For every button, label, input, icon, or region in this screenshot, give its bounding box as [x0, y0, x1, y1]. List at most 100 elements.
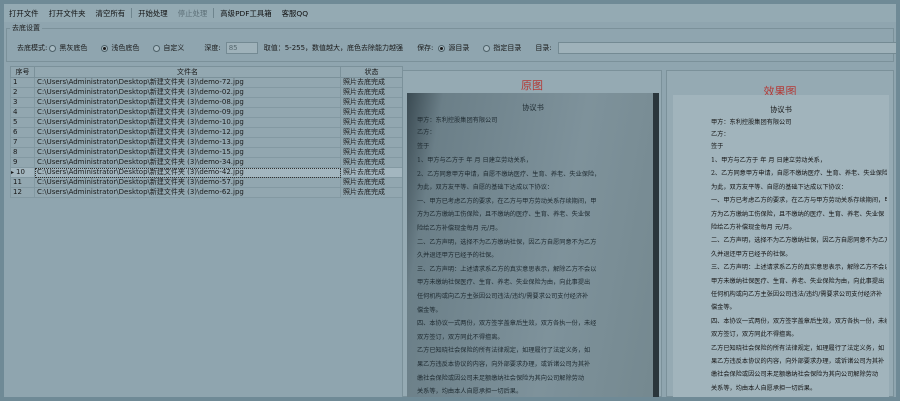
menu-separator — [131, 8, 133, 18]
doc-party-a: 甲方：东利控股集团有限公司 — [417, 117, 498, 124]
table-row[interactable]: 4 C:\Users\Administrator\Desktop\新建文件夹 (3… — [10, 107, 403, 118]
row-status: 照片去底完成 — [340, 157, 403, 168]
menu-start-processing[interactable]: 开始处理 — [133, 8, 173, 19]
doc-body-line: 险给乙方补偿现金每月 元/月。 — [417, 225, 502, 232]
row-filename: C:\Users\Administrator\Desktop\新建文件夹 (3)… — [34, 107, 341, 118]
doc-body-line: 关系等，均由本人自愿承担一切后果。 — [417, 388, 523, 396]
range-hint: 取值：5-255，数值越大，底色去除能力越强 — [263, 44, 404, 52]
radio-icon — [153, 44, 161, 52]
doc-body-line: 缴社会保险或因公司未足额缴纳社会保险为其向公司解除劳动 — [417, 374, 585, 382]
doc-body-line: 偿金等。 — [417, 306, 442, 314]
table-row[interactable]: 6 C:\Users\Administrator\Desktop\新建文件夹 (3… — [10, 127, 403, 138]
doc-title: 协议书 — [770, 105, 792, 114]
directory-input[interactable] — [557, 42, 896, 54]
row-selected-marker-icon: ▸ — [11, 169, 15, 176]
table-row[interactable]: 9 C:\Users\Administrator\Desktop\新建文件夹 (3… — [10, 157, 403, 168]
row-status: 照片去底完成 — [340, 177, 403, 188]
mode-option-label: 自定义 — [163, 44, 185, 52]
doc-body-line: 1、甲方与乙方于 年 月 日建立劳动关系， — [711, 157, 827, 164]
doc-body-line: 一、甲方已考虑乙方的要求，在乙方与甲方劳动关系存续期间，甲 — [711, 197, 887, 205]
table-row[interactable]: 12 C:\Users\Administrator\Desktop\新建文件夹 (… — [10, 187, 403, 198]
row-index: 2 — [10, 87, 35, 98]
doc-body-line: 二、乙方声明，选择不为乙方缴纳社保，因乙方自愿同意不为乙方 — [417, 238, 597, 246]
row-status: 照片去底完成 — [340, 137, 403, 148]
mode-option-label: 黑灰底色 — [59, 44, 88, 52]
mode-label: 去底模式: — [17, 44, 48, 52]
column-header-index[interactable]: 序号 — [10, 66, 35, 78]
mode-radio-light[interactable]: 浅色底色 — [101, 43, 141, 53]
doc-body-line: 方为乙方缴纳工伤保险，且不缴纳的医疗、生育、养老、失业保 — [417, 211, 591, 219]
save-option-label: 源目录 — [448, 44, 470, 52]
radio-checked-icon — [101, 44, 109, 52]
row-index: 10 ▸ — [10, 167, 35, 178]
menu-support-qq[interactable]: 客服QQ — [277, 8, 313, 19]
settings-row: 去底模式: 黑灰底色 浅色底色 自定义 深度: 85 取值：5-255，数值越大… — [17, 41, 896, 55]
row-filename: C:\Users\Administrator\Desktop\新建文件夹 (3)… — [34, 127, 341, 138]
menu-separator — [213, 8, 215, 18]
row-status: 照片去底完成 — [340, 127, 403, 138]
radio-icon — [483, 44, 491, 52]
menu-bar: 打开文件 打开文件夹 清空所有 开始处理 停止处理 高级PDF工具箱 客服QQ — [4, 4, 896, 22]
doc-party-b: 乙方： — [417, 129, 436, 136]
menu-open-folder[interactable]: 打开文件夹 — [44, 8, 91, 19]
doc-party-b: 乙方： — [711, 131, 730, 138]
doc-body-line: 乙方已知晓社会保险的所有法律规定，如理履行了法定义务，如 — [711, 344, 885, 352]
row-filename: C:\Users\Administrator\Desktop\新建文件夹 (3)… — [34, 87, 341, 98]
mode-radio-dark[interactable]: 黑灰底色 — [49, 43, 89, 53]
doc-body-line: 1、甲方与乙方于 年 月 日建立劳动关系， — [417, 157, 533, 164]
doc-body-line: 任何机构或向乙方主张因公司违法/违约/需要求公司支付经济补 — [711, 291, 883, 298]
row-filename: C:\Users\Administrator\Desktop\新建文件夹 (3)… — [34, 77, 341, 88]
doc-body-line: 果乙方违反本协议的内容，向外部要求办理，或诉诸公司为其补 — [711, 358, 885, 365]
radio-icon — [49, 44, 57, 52]
row-filename: C:\Users\Administrator\Desktop\新建文件夹 (3)… — [34, 167, 341, 178]
table-row[interactable]: 3 C:\Users\Administrator\Desktop\新建文件夹 (3… — [10, 97, 403, 108]
file-table-area: 序号 文件名 状态 1 C:\Users\Administrator\Deskto… — [10, 66, 403, 397]
dir-label: 目录: — [535, 44, 552, 52]
depth-input[interactable]: 85 — [225, 42, 258, 54]
doc-body-line: 2、乙方同意甲方申请，自愿不缴纳医疗、生育、养老、失业保险， — [711, 170, 887, 178]
save-label: 保存: — [417, 44, 434, 52]
menu-clear-all[interactable]: 清空所有 — [91, 8, 131, 19]
row-index: 4 — [10, 107, 35, 118]
effect-document-image: 协议书 甲方：东利控股集团有限公司 乙方： 签于 1、甲方与乙方于 年 月 日建… — [673, 95, 889, 397]
file-table: 序号 文件名 状态 1 C:\Users\Administrator\Deskto… — [10, 66, 403, 198]
table-row[interactable]: 8 C:\Users\Administrator\Desktop\新建文件夹 (3… — [10, 147, 403, 158]
row-status: 照片去底完成 — [340, 87, 403, 98]
doc-body-line: 甲方未缴纳社保医疗、生育、养老、失业保险为由，向此事提出 — [711, 277, 885, 285]
doc-body-line: 久并退还甲方已经予的社保。 — [711, 250, 792, 258]
row-status: 照片去底完成 — [340, 167, 403, 178]
table-row[interactable]: 5 C:\Users\Administrator\Desktop\新建文件夹 (3… — [10, 117, 403, 128]
table-row[interactable]: 1 C:\Users\Administrator\Desktop\新建文件夹 (3… — [10, 77, 403, 88]
row-index: 8 — [10, 147, 35, 158]
mode-radio-custom[interactable]: 自定义 — [153, 43, 186, 53]
row-status: 照片去底完成 — [340, 147, 403, 158]
table-row[interactable]: 7 C:\Users\Administrator\Desktop\新建文件夹 (3… — [10, 137, 403, 148]
doc-title: 协议书 — [522, 103, 544, 112]
column-header-filename[interactable]: 文件名 — [34, 66, 341, 78]
doc-body-line: 二、乙方声明，选择不为乙方缴纳社保，因乙方自愿同意不为乙方 — [711, 237, 887, 245]
row-status: 照片去底完成 — [340, 77, 403, 88]
menu-stop-processing[interactable]: 停止处理 — [173, 8, 213, 19]
row-index: 7 — [10, 137, 35, 148]
doc-body-line: 偿金等。 — [711, 304, 736, 312]
table-row[interactable]: 10 ▸ C:\Users\Administrator\Desktop\新建文件夹 … — [10, 167, 403, 178]
original-image-title: 原图 — [521, 79, 543, 92]
save-radio-source[interactable]: 源目录 — [438, 43, 471, 53]
doc-sign-line: 签于 — [417, 143, 430, 150]
table-row[interactable]: 2 C:\Users\Administrator\Desktop\新建文件夹 (3… — [10, 87, 403, 98]
doc-body-line: 甲方未缴纳社保医疗、生育、养老、失业保险为由，向此事提出 — [417, 279, 591, 287]
table-row[interactable]: 11 C:\Users\Administrator\Desktop\新建文件夹 (… — [10, 177, 403, 188]
menu-open-file[interactable]: 打开文件 — [4, 8, 44, 19]
doc-body-line: 2、乙方同意甲方申请，自愿不缴纳医疗、生育、养老、失业保险， — [417, 170, 601, 178]
doc-body-line: 为此，双方友平等、自愿的基础下达成以下协议： — [417, 184, 554, 192]
row-index: 6 — [10, 127, 35, 138]
save-radio-custom[interactable]: 指定目录 — [483, 43, 523, 53]
menu-pdf-toolbox[interactable]: 高级PDF工具箱 — [215, 8, 276, 19]
doc-body-line: 双方签订，双方同此不得擅离。 — [417, 333, 504, 341]
row-index: 11 — [10, 177, 35, 188]
row-index: 1 — [10, 77, 35, 88]
column-header-status[interactable]: 状态 — [340, 66, 403, 78]
effect-image-panel: 效果图 协议书 甲方：东利控股集团有限公司 乙方： 签于 1、甲方与乙方于 年 … — [666, 70, 894, 397]
save-option-label: 指定目录 — [493, 44, 522, 52]
row-filename: C:\Users\Administrator\Desktop\新建文件夹 (3)… — [34, 137, 341, 148]
